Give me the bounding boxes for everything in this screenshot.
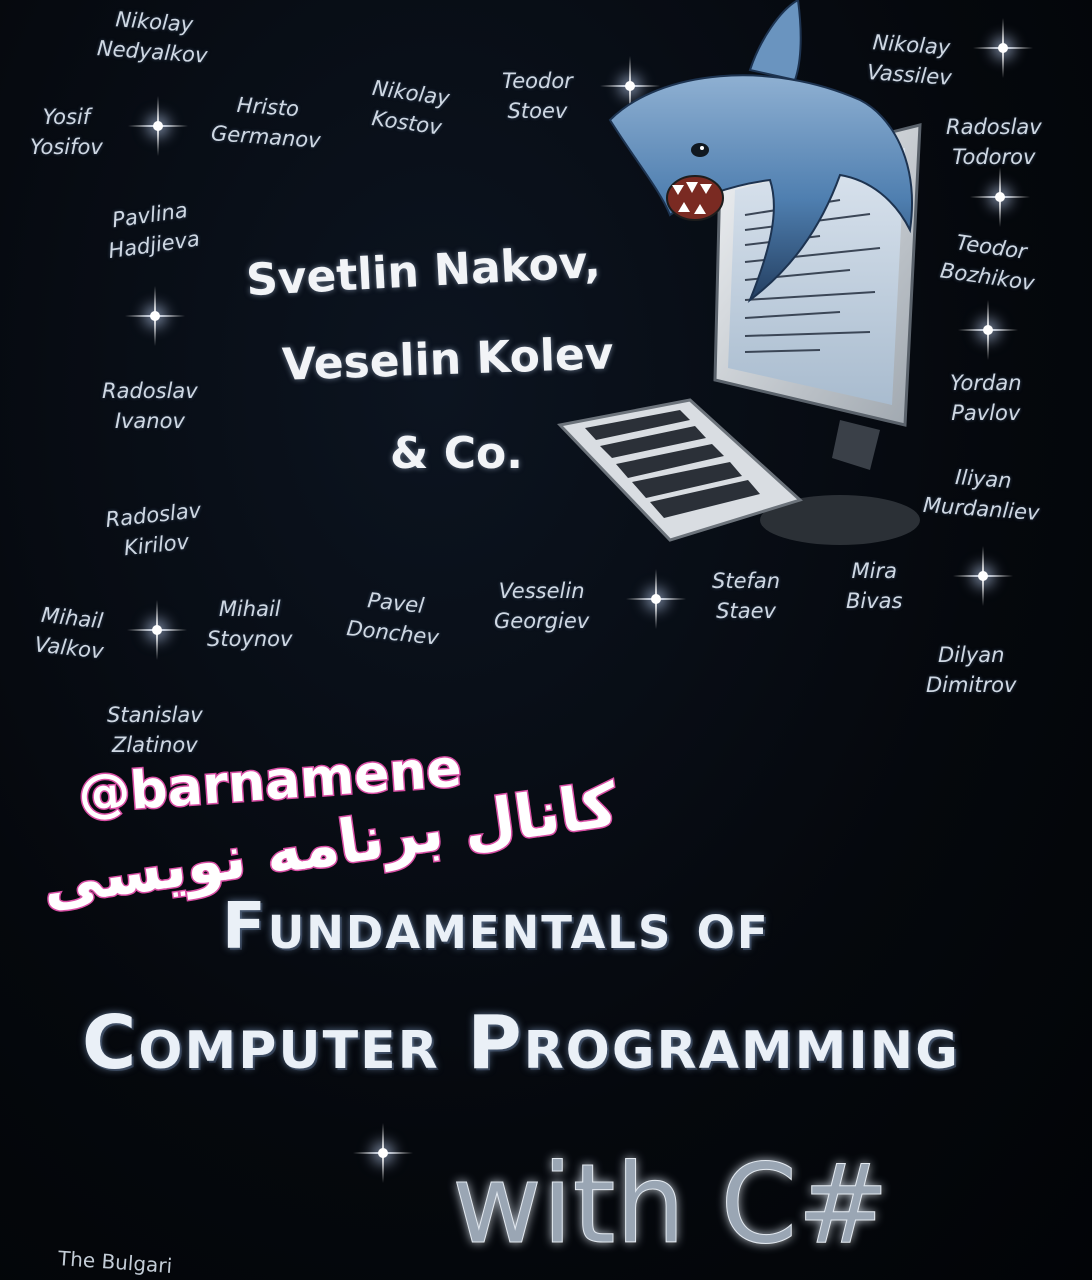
contributor-name: Stefan Staev — [712, 569, 781, 623]
contributor-name: Yordan Pavlov — [950, 371, 1022, 425]
book-title-line: Computer Programming — [82, 1000, 960, 1086]
star-icon — [127, 600, 187, 660]
contributor-name: Radoslav Ivanov — [102, 379, 198, 433]
contributor-name: Stanislav Zlatinov — [107, 703, 203, 757]
contributor-name: Yosif Yosifov — [30, 105, 103, 159]
star-icon — [353, 1123, 413, 1183]
contributor-name: Mihail Stoynov — [207, 597, 293, 651]
contributor-name: Pavel Donchev — [345, 588, 440, 650]
book-cover: Nikolay Nedyalkov Yosif Yosifov Hristo Germ… — [0, 0, 1092, 1280]
contributor-name: Nikolay Kostov — [370, 75, 452, 140]
contributor-name: Radoslav Kirilov — [104, 498, 203, 561]
star-icon — [125, 286, 185, 346]
book-title-line: Fundamentals of — [222, 890, 770, 964]
book-subtitle: with C# — [451, 1140, 890, 1269]
star-icon — [970, 167, 1030, 227]
star-icon — [128, 96, 188, 156]
contributor-name: Vesselin Georgiev — [494, 579, 590, 633]
contributor-name: Nikolay Nedyalkov — [96, 7, 209, 68]
publisher-text: The Bulgari — [57, 1246, 173, 1278]
star-icon — [953, 546, 1013, 606]
shark-computer-illustration — [557, 0, 922, 545]
contributor-name: Pavlina Hadjieva — [106, 197, 202, 264]
author-line: & Co. — [390, 428, 523, 479]
star-icon — [973, 18, 1033, 78]
contributor-name: Mira Bivas — [846, 559, 903, 613]
contributor-name: Mihail Valkov — [33, 602, 105, 664]
contributor-name: Dilyan Dimitrov — [926, 643, 1017, 697]
contributor-name: Radoslav Todorov — [946, 115, 1042, 169]
star-icon — [626, 569, 686, 629]
contributor-name: Hristo Germanov — [210, 92, 322, 153]
star-icon — [958, 300, 1018, 360]
